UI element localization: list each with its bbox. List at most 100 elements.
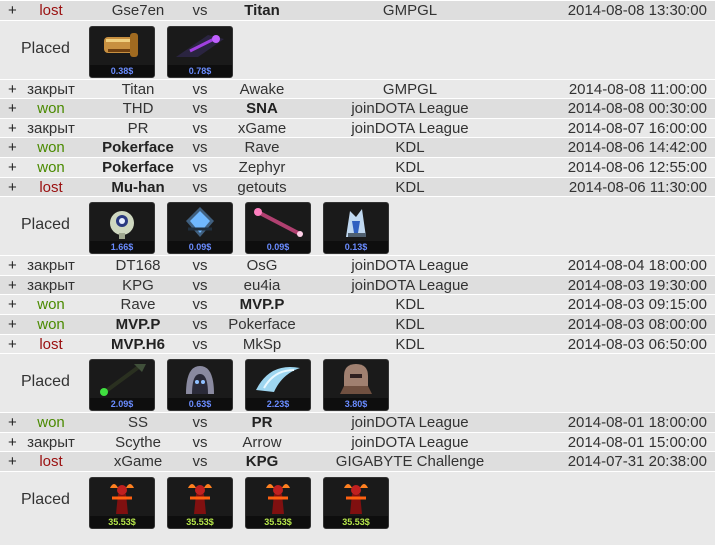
expand-toggle[interactable]: +: [8, 276, 17, 296]
team-2: OsG: [246, 257, 278, 275]
match-result: won: [37, 296, 65, 314]
league-name: joinDOTA League: [351, 414, 469, 432]
expand-toggle[interactable]: +: [8, 335, 17, 355]
item-price: 35.53$: [246, 515, 310, 528]
expand-toggle[interactable]: +: [8, 433, 17, 453]
expand-toggle[interactable]: +: [8, 413, 17, 433]
expand-toggle[interactable]: +: [8, 119, 17, 139]
match-row: + lost MVP.H6 vs MkSp KDL 2014-08-03 06:50:00: [0, 333, 715, 355]
item-slot[interactable]: 2.09$: [89, 359, 155, 412]
match-history-list: + lost Gse7en vs Titan GMPGL 2014-08-08 13:30:…: [0, 0, 715, 530]
item-slot[interactable]: 1.66$: [89, 202, 155, 255]
league-name: joinDOTA League: [351, 100, 469, 118]
match-row: + won Pokerface vs Rave KDL 2014-08-06 14:42:0…: [0, 137, 715, 157]
expand-toggle[interactable]: +: [8, 452, 17, 472]
match-datetime: 2014-08-06 11:30:00: [568, 178, 707, 196]
expand-toggle[interactable]: +: [8, 315, 17, 335]
team-1: xGame: [113, 453, 163, 471]
expand-toggle[interactable]: +: [8, 138, 17, 158]
expand-toggle[interactable]: +: [8, 256, 17, 276]
team-2: Arrow: [242, 433, 282, 451]
match-result: won: [37, 100, 65, 118]
league-name: joinDOTA League: [351, 276, 469, 294]
team-2: Awake: [239, 80, 285, 98]
match-datetime: 2014-08-03 09:15:00: [567, 296, 707, 314]
expand-toggle[interactable]: +: [8, 99, 17, 119]
match-row: + закрыт DT168 vs OsG joinDOTA League 2014-08-…: [0, 255, 715, 275]
match-row: + won Rave vs MVP.P KDL 2014-08-03 09:15:00: [0, 294, 715, 314]
match-row: + won Pokerface vs Zephyr KDL 2014-08-06 12:55…: [0, 156, 715, 178]
league-name: joinDOTA League: [351, 257, 469, 275]
match-row: + won MVP.P vs Pokerface KDL 2014-08-03 08:00:…: [0, 313, 715, 335]
match-result: won: [37, 139, 65, 157]
item-price: 2.09$: [90, 398, 154, 411]
match-datetime: 2014-08-01 18:00:00: [567, 414, 707, 432]
league-name: KDL: [395, 315, 425, 333]
item-price: 0.13$: [324, 241, 388, 254]
team-2: eu4ia: [243, 276, 281, 294]
expand-toggle[interactable]: +: [8, 80, 17, 100]
match-datetime: 2014-08-06 12:55:00: [567, 158, 707, 176]
item-slot[interactable]: 0.09$: [245, 202, 311, 255]
item-slot[interactable]: 0.63$: [167, 359, 233, 412]
league-name: KDL: [395, 178, 425, 196]
league-name: KDL: [395, 139, 425, 157]
league-name: joinDOTA League: [351, 433, 469, 451]
item-slot[interactable]: 0.78$: [167, 25, 233, 78]
team-2: SNA: [246, 100, 278, 118]
team-1: PR: [127, 119, 149, 137]
match-result: закрыт: [27, 80, 75, 98]
item-slot[interactable]: 35.53$: [245, 476, 311, 529]
item-price: 0.09$: [168, 241, 232, 254]
expand-toggle[interactable]: +: [8, 178, 17, 198]
item-price: 35.53$: [90, 515, 154, 528]
item-slot[interactable]: 0.13$: [323, 202, 389, 255]
team-1: MVP.H6: [111, 335, 165, 353]
match-datetime: 2014-08-07 16:00:00: [567, 119, 707, 137]
item-slot[interactable]: 35.53$: [323, 476, 389, 529]
team-2: MVP.P: [239, 296, 285, 314]
item-slot[interactable]: 35.53$: [167, 476, 233, 529]
team-1: Pokerface: [102, 158, 174, 176]
team-2: Pokerface: [228, 315, 296, 333]
expand-toggle[interactable]: +: [8, 295, 17, 315]
league-name: KDL: [395, 296, 425, 314]
match-row: + lost Mu-han vs getouts KDL 2014-08-06 11:30:…: [0, 176, 715, 198]
placed-label: Placed: [21, 490, 70, 508]
item-price: 0.63$: [168, 398, 232, 411]
match-result: won: [37, 414, 65, 432]
match-row: + lost Gse7en vs Titan GMPGL 2014-08-08 13:30:…: [0, 0, 715, 20]
match-row: + закрыт KPG vs eu4ia joinDOTA League 2014-08-…: [0, 274, 715, 296]
league-name: GMPGL: [382, 2, 438, 19]
match-result: won: [37, 315, 65, 333]
expand-toggle[interactable]: +: [8, 158, 17, 178]
match-row: + закрыт Titan vs Awake GMPGL 2014-08-08 11:00…: [0, 78, 715, 100]
match-datetime: 2014-08-06 14:42:00: [567, 139, 707, 157]
team-2: MkSp: [242, 335, 282, 353]
item-price: 0.78$: [168, 64, 232, 77]
match-result: lost: [39, 2, 63, 19]
match-datetime: 2014-08-08 13:30:00: [567, 2, 707, 19]
match-datetime: 2014-08-03 08:00:00: [567, 315, 707, 333]
placed-label: Placed: [21, 216, 70, 234]
item-slot[interactable]: 35.53$: [89, 476, 155, 529]
item-slot[interactable]: 3.80$: [323, 359, 389, 412]
team-1: Gse7en: [111, 2, 165, 19]
match-row: + won THD vs SNA joinDOTA League 2014-08-08 00…: [0, 98, 715, 118]
item-slot[interactable]: 0.38$: [89, 25, 155, 78]
placed-label: Placed: [21, 373, 70, 391]
item-price: 1.66$: [90, 241, 154, 254]
team-2: KPG: [245, 453, 279, 471]
team-1: DT168: [115, 257, 161, 275]
team-2: Zephyr: [238, 158, 286, 176]
match-result: закрыт: [27, 433, 75, 451]
expand-toggle[interactable]: +: [8, 1, 17, 21]
league-name: joinDOTA League: [351, 119, 469, 137]
match-result: закрыт: [27, 119, 75, 137]
team-1: SS: [127, 414, 148, 432]
item-price: 0.38$: [90, 64, 154, 77]
item-slot[interactable]: 0.09$: [167, 202, 233, 255]
team-1: KPG: [122, 276, 154, 294]
item-slot[interactable]: 2.23$: [245, 359, 311, 412]
team-2: Titan: [244, 2, 280, 19]
